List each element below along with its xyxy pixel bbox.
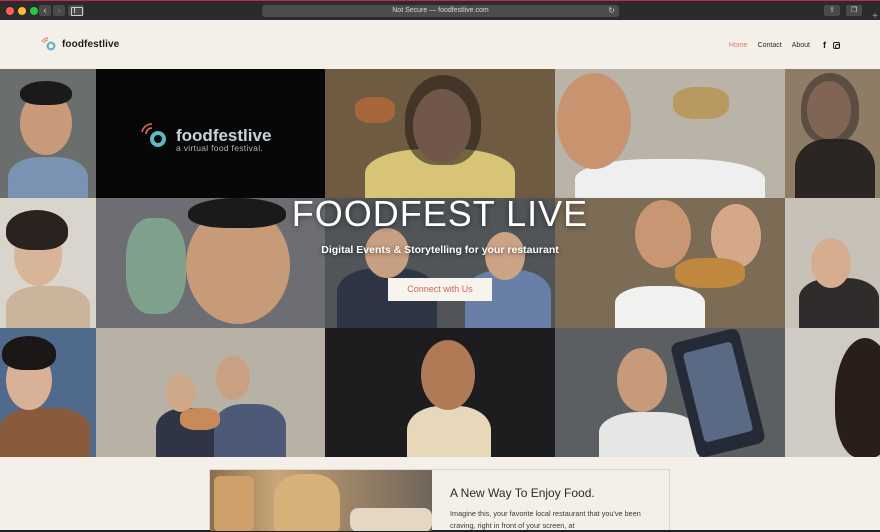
reload-icon[interactable]: ↻ — [608, 5, 615, 17]
instagram-icon[interactable] — [833, 41, 840, 49]
url-text: Not Secure — foodfestlive.com — [392, 7, 489, 14]
tabs-icon: ❐ — [850, 7, 858, 14]
share-icon: ⇪ — [829, 7, 835, 14]
logo-text: foodfestlive — [62, 38, 120, 50]
video-tile — [0, 328, 96, 457]
tabs-button[interactable]: ❐ — [846, 5, 862, 16]
connect-with-us-button[interactable]: Connect with Us — [388, 278, 492, 301]
facebook-icon[interactable]: f — [823, 40, 826, 50]
intro-card: A New Way To Enjoy Food. Imagine this, y… — [209, 469, 670, 531]
hero-title: FOODFEST LIVE — [291, 193, 589, 234]
site-logo[interactable]: foodfestlive — [39, 37, 119, 51]
main-nav: Home Contact About f — [719, 40, 840, 50]
social-links: f — [823, 40, 840, 50]
address-bar[interactable]: Not Secure — foodfestlive.com ↻ — [262, 5, 619, 17]
share-button[interactable]: ⇪ — [824, 5, 840, 16]
intro-title: A New Way To Enjoy Food. — [450, 486, 595, 500]
browser-toolbar: ‹ › Not Secure — foodfestlive.com ↻ ⇪ ❐ … — [0, 0, 880, 22]
video-tile — [785, 328, 880, 457]
nav-about-link[interactable]: About — [792, 42, 810, 49]
nav-home-link[interactable]: Home — [729, 42, 748, 49]
dim-sum-image — [210, 470, 432, 531]
sidebar-toggle-button[interactable] — [68, 5, 84, 16]
video-tile — [325, 69, 555, 198]
close-window-button[interactable] — [6, 7, 14, 15]
hero-section: foodfestlive a virtual food festival. FO… — [0, 69, 880, 457]
tile-logo-tagline: a virtual food festival. — [176, 143, 264, 153]
logo-icon — [141, 123, 166, 147]
chevron-left-icon: ‹ — [43, 5, 47, 15]
window-controls — [6, 7, 38, 15]
minimize-window-button[interactable] — [18, 7, 26, 15]
back-button[interactable]: ‹ — [39, 5, 51, 16]
forward-button[interactable]: › — [53, 5, 65, 16]
video-tile — [325, 328, 555, 457]
video-tile — [0, 69, 96, 198]
video-tile — [785, 69, 880, 198]
intro-section: A New Way To Enjoy Food. Imagine this, y… — [0, 457, 880, 531]
video-tile — [96, 328, 325, 457]
chevron-right-icon: › — [57, 5, 61, 15]
video-tile — [555, 328, 785, 457]
site-header: foodfestlive Home Contact About f — [0, 20, 880, 69]
hero-subtitle: Digital Events & Storytelling for your r… — [321, 244, 559, 256]
intro-text: Imagine this, your favorite local restau… — [450, 509, 641, 530]
video-tile — [555, 69, 785, 198]
nav-contact-link[interactable]: Contact — [758, 42, 782, 49]
zoom-window-button[interactable] — [30, 7, 38, 15]
logo-icon — [41, 37, 56, 51]
